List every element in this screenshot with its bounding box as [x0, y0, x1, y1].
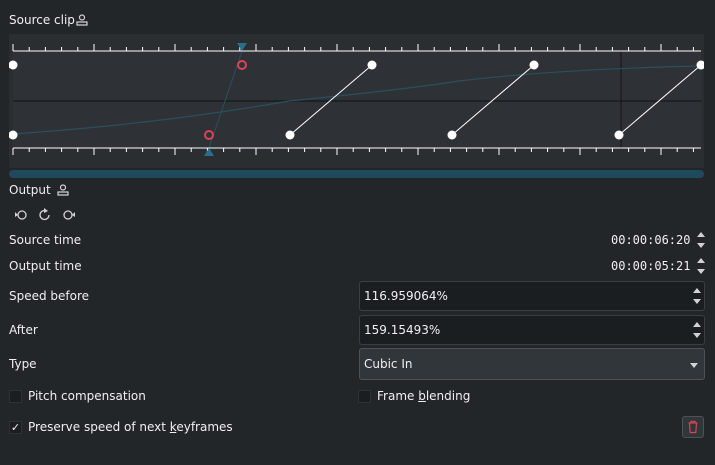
keyframe-marker[interactable]	[529, 60, 539, 70]
user-profile-icon[interactable]	[57, 184, 69, 196]
speed-before-label: Speed before	[9, 289, 90, 303]
output-time-spinner[interactable]	[696, 257, 706, 275]
speed-after-label: After	[9, 323, 38, 337]
speed-timeline[interactable]	[9, 34, 704, 180]
rotate-left-icon[interactable]	[14, 208, 28, 222]
keyframe-marker[interactable]	[614, 130, 624, 140]
type-combobox[interactable]: Cubic In	[359, 348, 705, 380]
speed-before-field[interactable]	[359, 281, 705, 311]
speed-before-input[interactable]	[364, 282, 664, 310]
type-value: Cubic In	[364, 357, 413, 371]
output-time-label: Output time	[9, 259, 82, 273]
user-profile-icon[interactable]	[76, 14, 88, 26]
speed-after-field[interactable]	[359, 315, 705, 345]
speed-after-input[interactable]	[364, 316, 664, 344]
source-clip-label: Source clip	[9, 13, 75, 27]
source-time-value[interactable]: 00:00:06:20	[611, 233, 690, 247]
pitch-compensation-label: Pitch compensation	[28, 389, 146, 403]
chevron-down-icon	[690, 363, 698, 368]
delete-keyframe-button[interactable]	[682, 416, 704, 438]
redo-icon[interactable]	[38, 208, 52, 222]
speed-before-spinner[interactable]	[692, 287, 702, 305]
keyframe-marker[interactable]	[285, 130, 295, 140]
source-time-label: Source time	[9, 233, 82, 247]
keyframe-marker[interactable]	[367, 60, 377, 70]
source-time-spinner[interactable]	[696, 231, 706, 249]
output-label: Output	[9, 183, 51, 197]
preserve-speed-label: Preserve speed of next keyframes	[28, 420, 233, 434]
frame-blending-label: Frame blending	[377, 389, 471, 403]
speed-after-spinner[interactable]	[692, 321, 702, 339]
frame-blending-checkbox[interactable]	[358, 390, 371, 403]
rotate-right-icon[interactable]	[62, 208, 76, 222]
pitch-compensation-checkbox[interactable]	[9, 390, 22, 403]
check-icon: ✓	[10, 421, 21, 434]
keyframe-marker[interactable]	[447, 130, 457, 140]
type-label: Type	[9, 357, 37, 371]
preserve-speed-checkbox[interactable]: ✓	[9, 421, 22, 434]
timeline-scrollbar[interactable]	[9, 170, 704, 178]
trash-icon	[688, 420, 698, 434]
output-time-value[interactable]: 00:00:05:21	[611, 259, 690, 273]
